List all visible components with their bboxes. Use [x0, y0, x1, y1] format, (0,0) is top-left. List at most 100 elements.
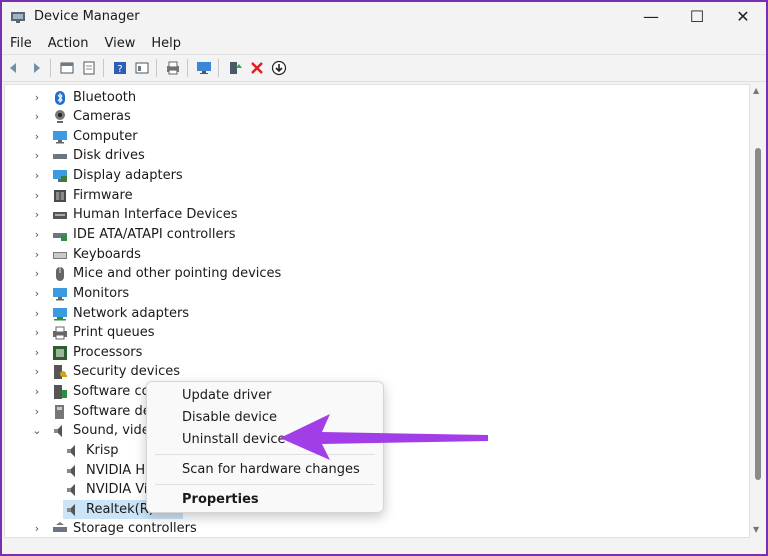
- storage-icon: [53, 521, 67, 532]
- disable-device-menu-item[interactable]: Disable device: [182, 410, 277, 425]
- tree-child-krisp[interactable]: Krisp: [65, 441, 119, 460]
- chevron-right-icon[interactable]: ›: [31, 326, 43, 339]
- vertical-scrollbar[interactable]: ▲ ▼: [750, 84, 766, 536]
- chevron-right-icon[interactable]: ›: [31, 346, 43, 359]
- help-icon[interactable]: ?: [110, 58, 130, 78]
- forward-icon[interactable]: [26, 58, 46, 78]
- chevron-down-icon[interactable]: ⌄: [31, 424, 43, 437]
- tree-item-label: Disk drives: [73, 148, 145, 163]
- tree-item-network-adapters[interactable]: › Network adapters: [31, 304, 189, 323]
- chevron-right-icon[interactable]: ›: [31, 365, 43, 378]
- tree-item-label: Print queues: [73, 325, 155, 340]
- chevron-right-icon[interactable]: ›: [31, 522, 43, 535]
- tree-item-human-interface-devices[interactable]: › Human Interface Devices: [31, 205, 238, 224]
- chevron-right-icon[interactable]: ›: [31, 189, 43, 202]
- tree-item-label: Cameras: [73, 109, 131, 124]
- tree-child-nvidia-virtual[interactable]: NVIDIA Virt: [65, 480, 158, 499]
- chevron-right-icon[interactable]: ›: [31, 248, 43, 261]
- firmware-icon: [54, 189, 66, 202]
- annotation-arrow-icon: [280, 414, 488, 460]
- tree-item-display-adapters[interactable]: › Display adapters: [31, 166, 183, 185]
- menu-separator: [155, 484, 375, 485]
- keyboard-icon: [53, 251, 67, 259]
- device-manager-app-icon: [11, 12, 25, 23]
- chevron-right-icon[interactable]: ›: [31, 91, 43, 104]
- chevron-right-icon[interactable]: ›: [31, 130, 43, 143]
- tree-item-label: Storage controllers: [73, 521, 197, 536]
- monitor-icon: [53, 287, 67, 300]
- scroll-thumb[interactable]: [755, 148, 761, 480]
- tree-item-bluetooth[interactable]: › Bluetooth: [31, 88, 136, 107]
- menu-bar: File Action View Help: [2, 32, 766, 55]
- title-bar: Device Manager — ☐ ✕: [2, 2, 766, 30]
- tree-item-label: Display adapters: [73, 168, 183, 183]
- speaker-icon: [67, 444, 75, 457]
- software-component-icon: [54, 384, 67, 399]
- chevron-right-icon[interactable]: ›: [31, 307, 43, 320]
- chevron-right-icon[interactable]: ›: [31, 149, 43, 162]
- chevron-right-icon[interactable]: ›: [31, 267, 43, 280]
- menu-view[interactable]: View: [96, 36, 143, 51]
- show-hidden-icon[interactable]: [132, 58, 152, 78]
- status-bar: [2, 538, 766, 554]
- toolbar: ?: [2, 55, 766, 82]
- maximize-button[interactable]: ☐: [674, 2, 720, 30]
- uninstall-device-menu-item[interactable]: Uninstall device: [182, 432, 286, 447]
- scan-hardware-changes-menu-item[interactable]: Scan for hardware changes: [182, 462, 360, 477]
- chevron-right-icon[interactable]: ›: [31, 385, 43, 398]
- monitor-icon[interactable]: [194, 58, 214, 78]
- chevron-right-icon[interactable]: ›: [31, 287, 43, 300]
- toolbar-separator: [218, 59, 219, 77]
- tree-item-keyboards[interactable]: › Keyboards: [31, 245, 141, 264]
- chevron-right-icon[interactable]: ›: [31, 208, 43, 221]
- update-icon[interactable]: [79, 58, 99, 78]
- tree-item-security-devices[interactable]: › Security devices: [31, 362, 180, 381]
- tree-item-ide-controllers[interactable]: › IDE ATA/ATAPI controllers: [31, 225, 236, 244]
- window-controls: — ☐ ✕: [628, 2, 766, 30]
- chevron-right-icon[interactable]: ›: [31, 405, 43, 418]
- scroll-up-icon[interactable]: ▲: [753, 86, 759, 95]
- speaker-icon: [67, 503, 75, 516]
- scroll-down-icon[interactable]: ▼: [753, 525, 759, 534]
- menu-help[interactable]: Help: [143, 36, 189, 51]
- tree-item-firmware[interactable]: › Firmware: [31, 186, 133, 205]
- uninstall-icon[interactable]: [247, 58, 267, 78]
- tree-item-label: Keyboards: [73, 247, 141, 262]
- security-icon: [54, 364, 67, 379]
- properties-menu-item[interactable]: Properties: [182, 492, 259, 507]
- download-icon[interactable]: [269, 58, 289, 78]
- toolbar-separator: [187, 59, 188, 77]
- tree-item-monitors[interactable]: › Monitors: [31, 284, 129, 303]
- tree-item-label: Monitors: [73, 286, 130, 301]
- printer-icon: [53, 326, 67, 339]
- close-button[interactable]: ✕: [720, 2, 766, 30]
- speaker-icon: [54, 424, 62, 437]
- tree-item-computer[interactable]: › Computer: [31, 127, 138, 146]
- back-icon[interactable]: [4, 58, 24, 78]
- chevron-right-icon[interactable]: ›: [31, 169, 43, 182]
- menu-file[interactable]: File: [2, 36, 40, 51]
- disk-icon: [53, 153, 67, 159]
- properties-icon[interactable]: [57, 58, 77, 78]
- tree-item-mice[interactable]: › Mice and other pointing devices: [31, 264, 282, 283]
- software-device-icon: [55, 404, 64, 419]
- tree-item-print-queues[interactable]: › Print queues: [31, 323, 155, 342]
- display-icon: [53, 169, 67, 182]
- enable-driver-icon[interactable]: [225, 58, 245, 78]
- tree-item-disk-drives[interactable]: › Disk drives: [31, 146, 145, 165]
- tree-child-nvidia-high-definition[interactable]: NVIDIA Hig: [65, 461, 157, 480]
- tree-item-processors[interactable]: › Processors: [31, 343, 143, 362]
- menu-action[interactable]: Action: [40, 36, 97, 51]
- tree-item-label: Human Interface Devices: [73, 207, 238, 222]
- print-icon[interactable]: [163, 58, 183, 78]
- tree-item-storage-controllers[interactable]: › Storage controllers: [31, 519, 197, 537]
- minimize-button[interactable]: —: [628, 2, 674, 30]
- tree-item-cameras[interactable]: › Cameras: [31, 107, 131, 126]
- chevron-right-icon[interactable]: ›: [31, 228, 43, 241]
- tree-item-label: Bluetooth: [73, 90, 137, 105]
- update-driver-menu-item[interactable]: Update driver: [182, 388, 271, 403]
- device-manager-window: Device Manager — ☐ ✕ File Action View He…: [2, 2, 766, 554]
- hid-icon: [53, 211, 67, 219]
- chevron-right-icon[interactable]: ›: [31, 110, 43, 123]
- tree-item-label: Computer: [73, 129, 138, 144]
